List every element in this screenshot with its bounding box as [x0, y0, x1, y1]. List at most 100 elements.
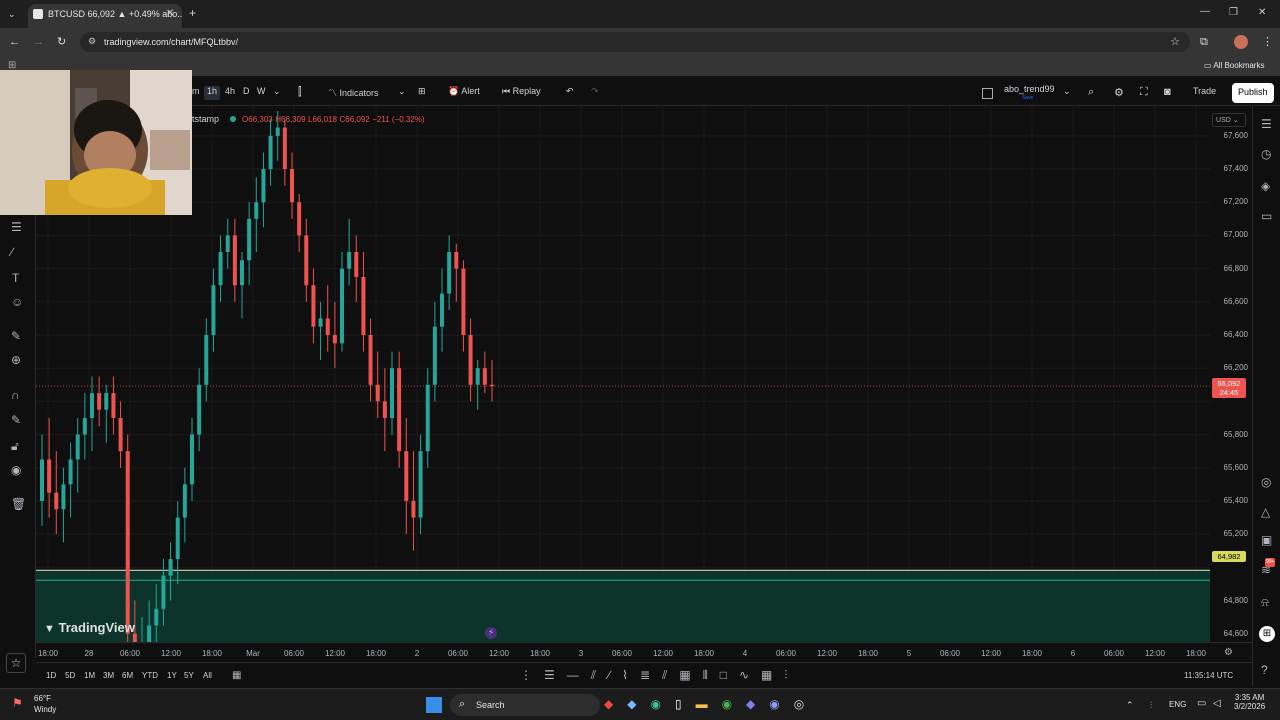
- watchlist-icon[interactable]: ☰: [1261, 118, 1272, 130]
- network-icon[interactable]: ▭: [1197, 698, 1206, 710]
- triangle-icon[interactable]: △: [1261, 506, 1270, 518]
- back-icon[interactable]: ←: [9, 36, 20, 48]
- replay-marker-icon[interactable]: ⚡: [485, 627, 497, 639]
- url-field[interactable]: ⚙ tradingview.com/chart/MFQLtbbv/ ☆: [80, 32, 1190, 52]
- teams-icon[interactable]: ◆: [746, 697, 769, 711]
- browser-tab[interactable]: BTCUSD 66,092 ▲ +0.49% abo...: [28, 4, 182, 28]
- date-range-icon[interactable]: ▦: [232, 670, 241, 682]
- fullscreen-icon[interactable]: ⛶: [1140, 86, 1148, 100]
- start-windows-icon[interactable]: [426, 697, 442, 713]
- calendar-icon[interactable]: ▣: [1261, 534, 1272, 546]
- restore-icon[interactable]: ❐: [1229, 7, 1238, 19]
- reload-icon[interactable]: ↻: [57, 36, 66, 48]
- camera-icon[interactable]: ◙: [1164, 86, 1171, 100]
- edge-icon[interactable]: ◉: [650, 697, 674, 711]
- text-tool-icon[interactable]: T: [12, 272, 19, 284]
- utc-clock[interactable]: 11:35:14 UTC: [1184, 671, 1233, 680]
- settings-gear-icon[interactable]: ⚙: [1114, 86, 1124, 100]
- chart-pane[interactable]: tstamp O66,303 H66,309 L66,018 C66,092 −…: [36, 106, 1210, 642]
- currency-selector[interactable]: USD ⌄: [1212, 113, 1246, 127]
- lock-icon[interactable]: 🔓︎: [11, 440, 19, 452]
- range-button-ytd[interactable]: YTD: [142, 671, 158, 680]
- taskbar-clock[interactable]: 3:35 AM 3/2/2026: [1234, 693, 1265, 711]
- interval-4h[interactable]: 4h: [225, 86, 235, 100]
- trade-button[interactable]: Trade: [1193, 86, 1216, 100]
- alert-button[interactable]: ⏰ Alert: [448, 86, 480, 100]
- interval-d[interactable]: D: [243, 86, 250, 100]
- chrome-icon[interactable]: ◉: [722, 697, 746, 711]
- browser-menu-icon[interactable]: ⋮: [1262, 36, 1273, 48]
- profile-avatar[interactable]: [1234, 35, 1248, 49]
- close-window-icon[interactable]: ✕: [1258, 7, 1266, 19]
- redo-icon[interactable]: ↷: [591, 86, 599, 100]
- favorite-star-icon[interactable]: ☆: [6, 653, 26, 673]
- templates-icon[interactable]: ⊞: [418, 86, 426, 100]
- chat-icon[interactable]: ▭: [1261, 210, 1272, 222]
- steam-icon[interactable]: ◎: [794, 697, 818, 711]
- mic-icon[interactable]: ⫶: [1150, 699, 1152, 711]
- bell-icon[interactable]: ⍾: [1261, 596, 1269, 608]
- indicators-button[interactable]: 〽 Indicators: [328, 86, 379, 100]
- all-bookmarks[interactable]: ▭ All Bookmarks: [1204, 61, 1264, 70]
- trendline-icon[interactable]: ∕: [11, 246, 13, 258]
- site-info-icon[interactable]: ⚙: [88, 36, 96, 47]
- layout-dropdown-icon[interactable]: ⌄: [1063, 86, 1071, 100]
- range-button-6m[interactable]: 6M: [122, 671, 133, 680]
- time-axis[interactable]: 18:00 28 06:00 12:00 18:00 Mar 06:00 12:00 18:00…: [36, 642, 1252, 662]
- undo-icon[interactable]: ↶: [566, 86, 574, 100]
- range-button-1d[interactable]: 1D: [46, 671, 56, 680]
- search-label: Search: [476, 700, 505, 710]
- range-button-all[interactable]: All: [203, 671, 212, 680]
- grid-apps-icon[interactable]: ⊞: [1259, 626, 1275, 642]
- target-icon[interactable]: ◎: [1261, 476, 1271, 488]
- new-tab-icon[interactable]: +: [189, 7, 196, 19]
- tray-chevron-icon[interactable]: ⌃: [1126, 699, 1134, 711]
- interval-m[interactable]: m: [192, 86, 200, 100]
- candle-type-icon[interactable]: ⫿: [298, 86, 302, 100]
- price-axis[interactable]: USD ⌄ 67,600 67,400 67,200 67,000 66,800 66,6…: [1210, 106, 1252, 642]
- indicators-dropdown-icon[interactable]: ⌄: [398, 86, 406, 100]
- extensions-icon[interactable]: ⧉: [1200, 36, 1208, 48]
- copilot-icon[interactable]: ◆: [627, 697, 650, 711]
- help-icon[interactable]: ?: [1261, 664, 1268, 676]
- layers-icon[interactable]: ◈: [1261, 180, 1270, 192]
- interval-1h[interactable]: 1h: [204, 86, 221, 100]
- axis-settings-icon[interactable]: ⚙: [1224, 647, 1233, 659]
- candle-body: [390, 368, 394, 418]
- alerts-clock-icon[interactable]: ◷: [1261, 148, 1271, 160]
- layout-checkbox[interactable]: [982, 88, 993, 99]
- acrobat-icon[interactable]: ◆: [604, 697, 627, 711]
- lock-drawings-icon[interactable]: ✎: [11, 414, 21, 426]
- magnet-icon[interactable]: ∩: [11, 389, 20, 401]
- interval-dropdown-icon[interactable]: ⌄: [273, 86, 281, 100]
- volume-icon[interactable]: ◁: [1213, 698, 1221, 710]
- replay-button[interactable]: ⏮ Replay: [502, 86, 541, 100]
- range-button-5d[interactable]: 5D: [65, 671, 75, 680]
- price-tick-label: 65,800: [1223, 429, 1248, 439]
- close-tab-icon[interactable]: ✕: [166, 8, 174, 20]
- minimize-icon[interactable]: —: [1200, 6, 1210, 18]
- range-button-1y[interactable]: 1Y: [167, 671, 177, 680]
- range-button-5y[interactable]: 5Y: [184, 671, 194, 680]
- trash-icon[interactable]: 🗑︎: [11, 498, 26, 510]
- quick-search-icon[interactable]: ⌕: [1088, 86, 1094, 100]
- tab-list-icon[interactable]: ⌄: [8, 8, 16, 20]
- range-button-1m[interactable]: 1M: [84, 671, 95, 680]
- interval-w[interactable]: W: [257, 86, 266, 100]
- bookmark-star-icon[interactable]: ☆: [1170, 35, 1180, 48]
- crosshair-icon[interactable]: ☰: [11, 221, 22, 233]
- explorer-icon[interactable]: ▬: [696, 697, 722, 711]
- publish-button[interactable]: Publish: [1232, 83, 1274, 103]
- file-icon[interactable]: ▯: [675, 697, 696, 711]
- taskbar-search[interactable]: ⌕ Search: [450, 694, 600, 716]
- forward-icon[interactable]: →: [33, 36, 44, 48]
- ruler-icon[interactable]: ✎: [11, 330, 21, 342]
- range-button-3m[interactable]: 3M: [103, 671, 114, 680]
- time-tick-label: 06:00: [939, 649, 961, 658]
- discord-icon[interactable]: ◉: [769, 697, 793, 711]
- price-chart[interactable]: [36, 106, 1210, 642]
- language-indicator[interactable]: ENG: [1169, 700, 1186, 709]
- eye-icon[interactable]: ◉: [11, 464, 21, 476]
- zoom-in-icon[interactable]: ⊕: [11, 354, 21, 366]
- emoji-icon[interactable]: ☺: [11, 296, 23, 308]
